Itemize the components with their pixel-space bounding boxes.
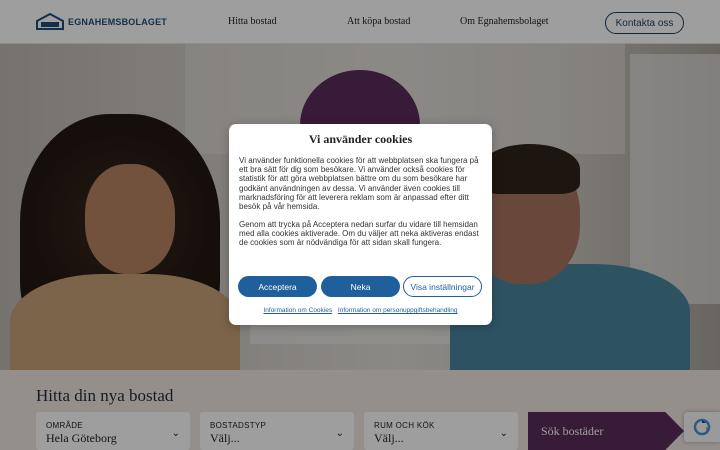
decline-cookies-button[interactable]: Neka [321,276,400,297]
cookie-info-link[interactable]: Information om Cookies [263,307,332,314]
cookie-dialog: Vi använder cookies Vi använder funktion… [229,124,492,325]
accept-cookies-button[interactable]: Acceptera [238,276,317,297]
modal-backdrop-top [0,0,720,44]
cookie-dialog-text-2: Genom att trycka på Acceptera nedan surf… [239,220,479,248]
privacy-info-link[interactable]: Information om personuppgiftsbehandling [338,307,458,314]
cookie-dialog-text-1: Vi använder funktionella cookies för att… [239,156,479,212]
cookie-links: Information om Cookies Information om pe… [229,307,492,314]
cookie-settings-button[interactable]: Visa inställningar [403,276,482,297]
cookie-dialog-title: Vi använder cookies [308,132,413,146]
